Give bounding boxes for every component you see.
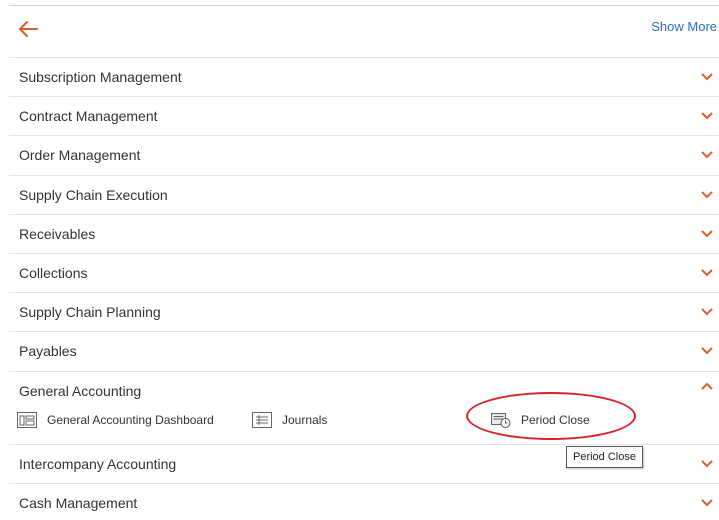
section-label: Receivables [19, 225, 96, 242]
section-label: Supply Chain Planning [19, 304, 161, 321]
section-payables[interactable]: Payables [9, 331, 719, 370]
chevron-down-icon[interactable] [701, 151, 713, 159]
chevron-down-icon[interactable] [701, 190, 713, 199]
back-button[interactable] [18, 20, 38, 38]
period-close-icon [491, 412, 511, 428]
nav-item-period-close[interactable]: Period Close [491, 410, 590, 430]
chevron-down-icon[interactable] [701, 112, 713, 120]
nav-item-journals[interactable]: Journals [252, 410, 327, 430]
chevron-down-icon[interactable] [701, 498, 713, 507]
dashboard-icon [17, 411, 37, 428]
arrow-left-icon [19, 21, 38, 37]
section-label: Contract Management [19, 108, 158, 125]
chevron-down-icon[interactable] [701, 269, 713, 277]
nav-item-general-accounting-dashboard[interactable]: General Accounting Dashboard [17, 410, 214, 430]
chevron-down-icon[interactable] [701, 73, 713, 81]
section-label: Order Management [19, 147, 141, 164]
chevron-down-icon[interactable] [701, 230, 713, 238]
nav-item-label: General Accounting Dashboard [47, 412, 214, 427]
section-order-management[interactable]: Order Management [9, 135, 719, 174]
section-label: Payables [19, 343, 77, 360]
section-supply-chain-execution[interactable]: Supply Chain Execution [9, 174, 719, 214]
nav-item-label: Period Close [521, 412, 590, 427]
section-label: General Accounting [19, 382, 142, 399]
section-collections[interactable]: Collections [9, 252, 719, 292]
section-label: Subscription Management [19, 69, 182, 85]
section-label: Supply Chain Execution [19, 186, 168, 203]
nav-item-label: Journals [282, 412, 328, 427]
header: Show More [9, 6, 719, 56]
section-receivables[interactable]: Receivables [9, 213, 719, 253]
section-label: Collections [19, 264, 88, 281]
section-contract-management[interactable]: Contract Management [9, 96, 719, 135]
journals-icon [252, 411, 272, 428]
chevron-down-icon[interactable] [701, 347, 713, 355]
section-label: Cash Management [19, 494, 138, 511]
tooltip: Period Close [566, 446, 643, 468]
section-subscription-management[interactable]: Subscription Management [9, 57, 719, 96]
show-more-link[interactable]: Show More [651, 19, 717, 34]
section-cash-management[interactable]: Cash Management [9, 482, 719, 520]
chevron-down-icon[interactable] [701, 459, 713, 468]
section-supply-chain-planning[interactable]: Supply Chain Planning [9, 292, 719, 331]
section-label: Intercompany Accounting [19, 455, 177, 472]
section-general-accounting[interactable]: General Accounting General Accounting Da… [9, 370, 719, 444]
chevron-up-icon[interactable] [701, 382, 713, 390]
chevron-down-icon[interactable] [701, 308, 713, 316]
